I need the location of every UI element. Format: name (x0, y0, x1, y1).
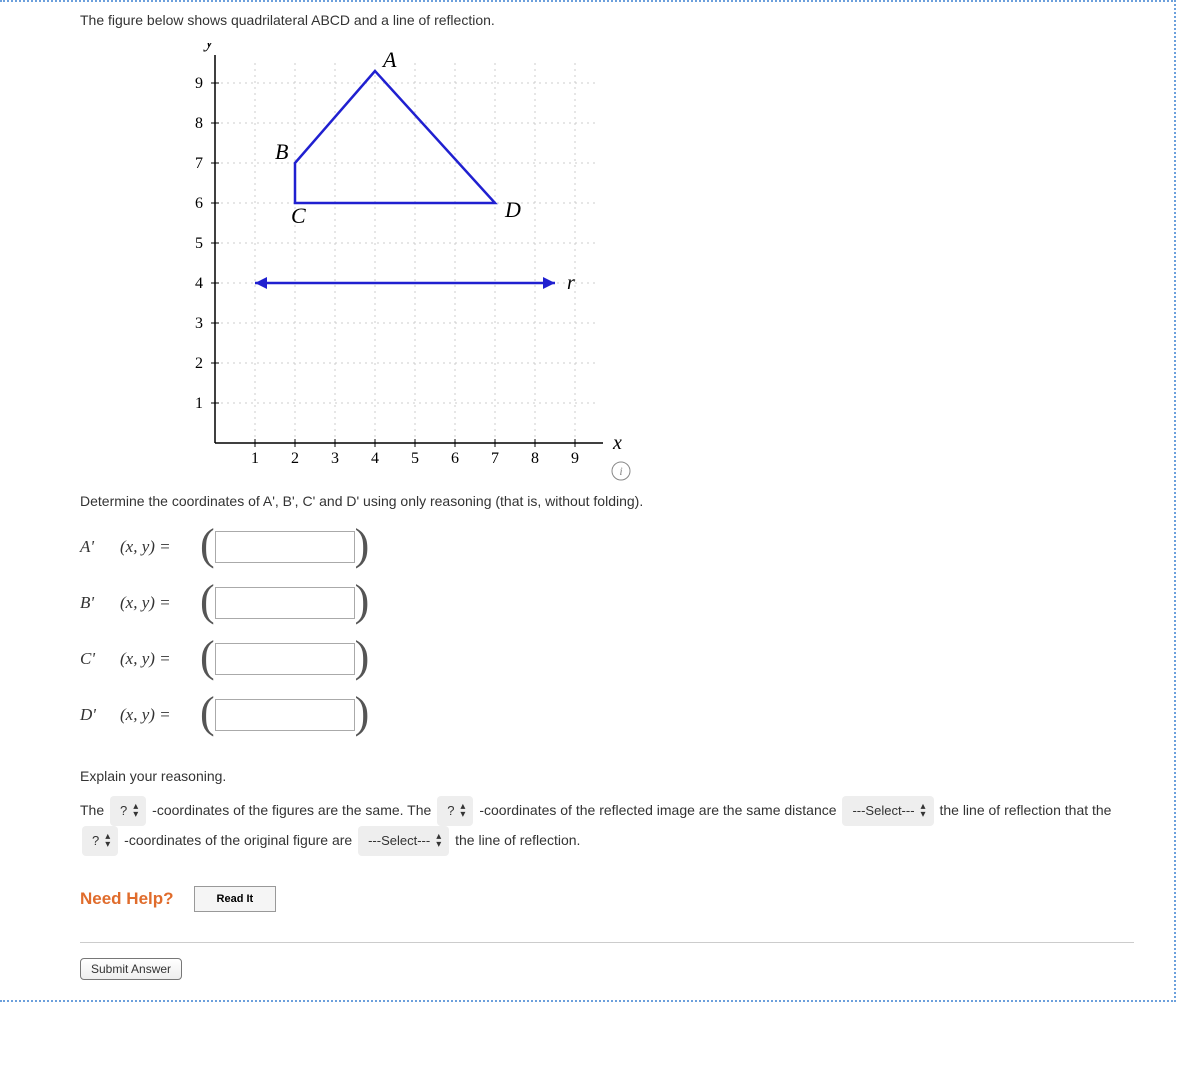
point-label: C' (80, 649, 120, 669)
svg-text:4: 4 (195, 275, 203, 292)
svg-text:2: 2 (195, 355, 203, 372)
fill-part5: -coordinates of the original figure are (124, 832, 356, 848)
explain-heading: Explain your reasoning. (80, 768, 1134, 784)
open-paren: ( (200, 579, 215, 623)
coord-row-Aprime: A'(x, y) =() (80, 519, 1134, 575)
stepper-icon: ▴▾ (105, 833, 110, 849)
open-paren: ( (200, 691, 215, 735)
read-it-button[interactable]: Read It (194, 886, 277, 912)
fill-part4: the line of reflection that the (939, 802, 1111, 818)
dropdown-5[interactable]: ---Select---▴▾ (358, 826, 449, 856)
xy-label: (x, y) = (120, 537, 200, 557)
close-paren: ) (355, 579, 370, 623)
svg-text:7: 7 (491, 450, 499, 467)
point-label: D' (80, 705, 120, 725)
need-help-label: Need Help? (80, 889, 174, 909)
xy-label: (x, y) = (120, 593, 200, 613)
svg-text:x: x (612, 432, 622, 454)
coordinate-chart: 1 2 3 4 5 6 7 8 9 1 2 3 4 5 6 7 8 9 y xi A B C Dr (175, 43, 635, 483)
svg-text:7: 7 (195, 155, 203, 172)
svg-text:y: y (203, 43, 214, 52)
svg-text:D: D (504, 197, 521, 222)
xy-label: (x, y) = (120, 705, 200, 725)
fill-part1: The (80, 802, 108, 818)
fill-part2: -coordinates of the figures are the same… (152, 802, 435, 818)
coord-input-1[interactable] (215, 587, 355, 619)
coord-row-Dprime: D'(x, y) =() (80, 687, 1134, 743)
coord-row-Bprime: B'(x, y) =() (80, 575, 1134, 631)
svg-text:1: 1 (251, 450, 259, 467)
close-paren: ) (355, 691, 370, 735)
chart-container: 1 2 3 4 5 6 7 8 9 1 2 3 4 5 6 7 8 9 y xi A B C Dr (175, 43, 1134, 483)
dropdown-2[interactable]: ?▴▾ (437, 796, 473, 826)
intro-text: The figure below shows quadrilateral ABC… (80, 12, 1134, 28)
point-label: A' (80, 537, 120, 557)
svg-text:2: 2 (291, 450, 299, 467)
svg-text:6: 6 (451, 450, 459, 467)
determine-text: Determine the coordinates of A', B', C' … (80, 493, 1134, 509)
coord-input-2[interactable] (215, 643, 355, 675)
fill-part6: the line of reflection. (455, 832, 580, 848)
stepper-icon: ▴▾ (436, 833, 441, 849)
svg-text:1: 1 (195, 395, 203, 412)
stepper-icon: ▴▾ (460, 803, 465, 819)
svg-text:C: C (291, 203, 306, 228)
svg-text:i: i (619, 464, 622, 478)
svg-text:r: r (567, 272, 575, 294)
coord-row-Cprime: C'(x, y) =() (80, 631, 1134, 687)
close-paren: ) (355, 523, 370, 567)
stepper-icon: ▴▾ (921, 803, 926, 819)
svg-text:9: 9 (195, 75, 203, 92)
open-paren: ( (200, 635, 215, 679)
coord-input-0[interactable] (215, 531, 355, 563)
svg-text:5: 5 (195, 235, 203, 252)
point-label: B' (80, 593, 120, 613)
svg-text:9: 9 (571, 450, 579, 467)
open-paren: ( (200, 523, 215, 567)
dropdown-1[interactable]: ?▴▾ (110, 796, 146, 826)
svg-text:3: 3 (195, 315, 203, 332)
fill-part3: -coordinates of the reflected image are … (479, 802, 840, 818)
dropdown-4[interactable]: ?▴▾ (82, 826, 118, 856)
svg-text:5: 5 (411, 450, 419, 467)
svg-text:A: A (381, 47, 397, 72)
svg-text:8: 8 (195, 115, 203, 132)
stepper-icon: ▴▾ (133, 803, 138, 819)
svg-text:6: 6 (195, 195, 203, 212)
svg-text:4: 4 (371, 450, 379, 467)
close-paren: ) (355, 635, 370, 679)
svg-text:3: 3 (331, 450, 339, 467)
dropdown-3[interactable]: ---Select---▴▾ (842, 796, 933, 826)
fill-blank-sentence: The ?▴▾ -coordinates of the figures are … (80, 796, 1134, 856)
svg-text:B: B (275, 139, 288, 164)
xy-label: (x, y) = (120, 649, 200, 669)
coord-input-3[interactable] (215, 699, 355, 731)
submit-answer-button[interactable]: Submit Answer (80, 958, 182, 980)
svg-text:8: 8 (531, 450, 539, 467)
